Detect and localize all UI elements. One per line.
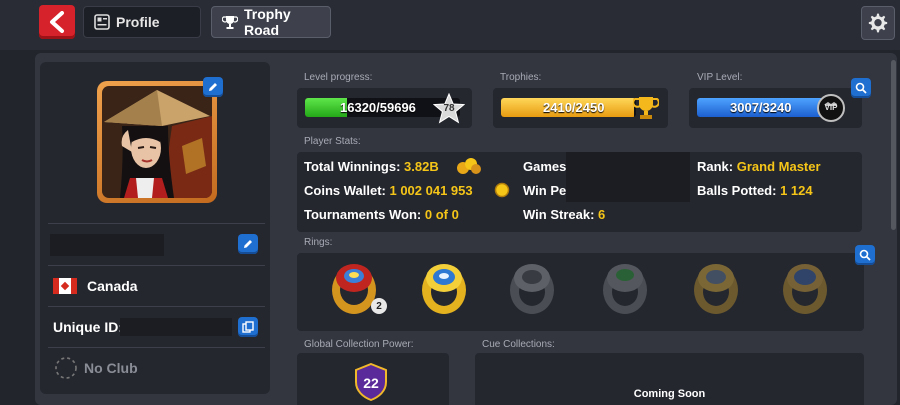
tournaments-won-label: Tournaments Won: bbox=[304, 207, 422, 222]
arrow-left-icon bbox=[50, 11, 64, 33]
coin-icon bbox=[494, 182, 510, 198]
rank-value: Grand Master bbox=[736, 159, 821, 174]
top-bar: Profile Trophy Road bbox=[0, 0, 900, 50]
coin-pile-icon bbox=[457, 158, 481, 174]
level-number: 78 bbox=[443, 103, 455, 114]
coming-soon-text: Coming Soon bbox=[633, 388, 706, 400]
player-stats-label: Player Stats: bbox=[304, 136, 361, 147]
pencil-icon bbox=[209, 83, 217, 91]
tab-trophy-road-label: Trophy Road bbox=[244, 6, 291, 38]
global-collection-box: 22 bbox=[297, 353, 449, 405]
trophies-bar: 2410/2450 bbox=[501, 98, 636, 117]
divider bbox=[48, 306, 265, 307]
club-name[interactable]: No Club bbox=[84, 360, 138, 376]
total-winnings-stat: Total Winnings: 3.82B bbox=[304, 159, 439, 174]
magnifier-icon bbox=[859, 249, 871, 261]
rings-info-button[interactable] bbox=[855, 245, 875, 265]
trophy-gold-icon bbox=[633, 97, 659, 119]
copy-id-button[interactable] bbox=[238, 317, 258, 337]
trophies-label: Trophies: bbox=[500, 72, 542, 83]
ring-gold-blue-icon[interactable] bbox=[418, 260, 470, 316]
win-percentage-stat: Win Pe bbox=[523, 183, 566, 198]
username-redacted bbox=[50, 234, 164, 256]
rings-label: Rings: bbox=[304, 237, 333, 248]
gear-icon bbox=[868, 13, 888, 33]
tournaments-won-stat: Tournaments Won: 0 of 0 bbox=[304, 207, 459, 222]
canada-flag-icon bbox=[53, 278, 77, 294]
pencil-icon bbox=[244, 240, 252, 248]
unique-id-label: Unique ID: bbox=[53, 319, 123, 335]
coins-wallet-stat: Coins Wallet: 1 002 041 953 bbox=[304, 183, 473, 198]
games-label: Games bbox=[523, 159, 567, 174]
profile-card bbox=[40, 62, 270, 394]
unique-id-redacted bbox=[120, 318, 232, 336]
rank-stat: Rank: Grand Master bbox=[697, 159, 821, 174]
global-collection-value: 22 bbox=[363, 375, 379, 391]
balls-potted-value: 1 124 bbox=[780, 183, 813, 198]
club-empty-icon bbox=[55, 357, 77, 379]
vip-info-button[interactable] bbox=[851, 78, 871, 98]
copy-icon bbox=[242, 321, 254, 333]
tab-profile[interactable]: Profile bbox=[83, 6, 201, 38]
vip-text: 3007/3240 bbox=[730, 100, 792, 115]
balls-potted-label: Balls Potted: bbox=[697, 183, 777, 198]
back-button[interactable] bbox=[39, 5, 75, 39]
country-name: Canada bbox=[87, 278, 138, 294]
vip-level-label: VIP Level: bbox=[697, 72, 743, 83]
divider bbox=[48, 347, 265, 348]
level-progress-text: 16320/59696 bbox=[340, 100, 416, 115]
tab-trophy-road[interactable]: Trophy Road bbox=[211, 6, 331, 38]
win-percentage-label: Win Pe bbox=[523, 183, 567, 198]
balls-potted-stat: Balls Potted: 1 124 bbox=[697, 183, 813, 198]
cue-collections-box: Coming Soon bbox=[475, 353, 864, 405]
coins-wallet-label: Coins Wallet: bbox=[304, 183, 386, 198]
cue-collections-label: Cue Collections: bbox=[482, 339, 555, 350]
games-stat: Games bbox=[523, 159, 566, 174]
vip-box: 3007/3240 VIP bbox=[689, 88, 862, 128]
trophies-box: 2410/2450 bbox=[493, 88, 668, 128]
stats-redacted bbox=[566, 152, 690, 202]
rank-label: Rank: bbox=[697, 159, 734, 174]
edit-avatar-button[interactable] bbox=[203, 77, 223, 97]
coins-wallet-value: 1 002 041 953 bbox=[389, 183, 473, 198]
level-progress-box: 16320/59696 78 bbox=[297, 88, 472, 128]
tab-profile-label: Profile bbox=[116, 14, 160, 30]
total-winnings-value: 3.82B bbox=[404, 159, 439, 174]
profile-card-icon bbox=[94, 14, 110, 30]
vip-bar: 3007/3240 bbox=[697, 98, 832, 117]
edit-name-button[interactable] bbox=[238, 234, 258, 254]
total-winnings-label: Total Winnings: bbox=[304, 159, 401, 174]
settings-button[interactable] bbox=[861, 6, 895, 40]
ring-count-badge: 2 bbox=[371, 298, 387, 314]
ring-gold-icon[interactable] bbox=[690, 260, 742, 316]
win-streak-stat: Win Streak: 6 bbox=[523, 207, 605, 222]
divider bbox=[48, 265, 265, 266]
scrollbar[interactable] bbox=[891, 60, 896, 230]
trophy-icon bbox=[222, 14, 238, 30]
vip-badge-text: VIP bbox=[824, 103, 838, 112]
avatar-portrait-icon bbox=[102, 86, 212, 198]
ring-gold-blue-gem-icon[interactable] bbox=[779, 260, 831, 316]
avatar[interactable] bbox=[97, 81, 217, 203]
ring-green-gem-icon[interactable] bbox=[599, 260, 651, 316]
win-streak-value: 6 bbox=[598, 207, 606, 222]
magnifier-icon bbox=[855, 82, 867, 94]
trophies-text: 2410/2450 bbox=[543, 100, 605, 115]
win-streak-label: Win Streak: bbox=[523, 207, 595, 222]
divider bbox=[48, 223, 265, 224]
level-progress-label: Level progress: bbox=[304, 72, 373, 83]
global-collection-label: Global Collection Power: bbox=[304, 339, 414, 350]
ring-silver-icon[interactable] bbox=[506, 260, 558, 316]
tournaments-won-value: 0 of 0 bbox=[424, 207, 459, 222]
